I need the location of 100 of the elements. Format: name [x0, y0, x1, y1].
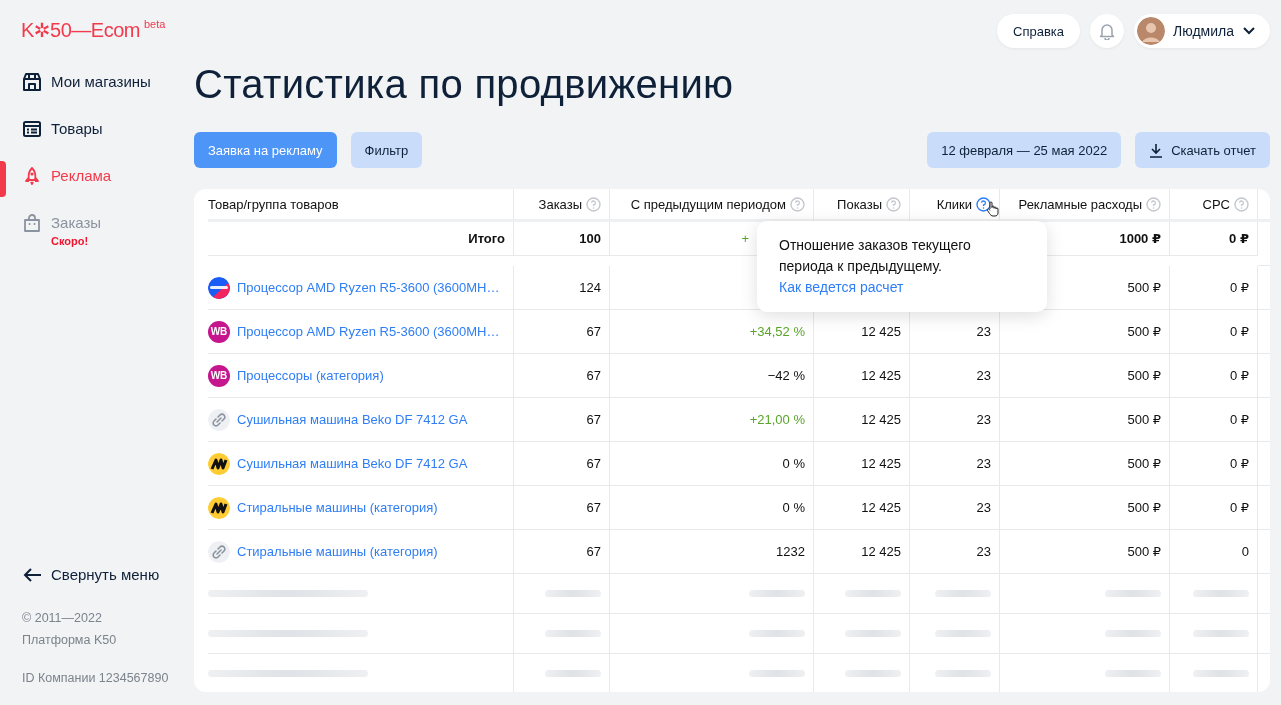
- loading-placeholder: [1193, 590, 1249, 597]
- sidebar-item[interactable]: Товары: [0, 109, 194, 156]
- table-cell: 500 ₽: [1127, 280, 1161, 295]
- loading-placeholder: [1105, 590, 1161, 597]
- soon-label: Скоро!: [51, 235, 90, 247]
- store-logo-icon: WB: [208, 320, 230, 343]
- list-icon: [22, 119, 42, 139]
- table-cell: Итого: [468, 231, 505, 246]
- table-cell: 12 425: [861, 500, 901, 515]
- link-icon: [208, 540, 230, 563]
- table-cell: 12 425: [861, 324, 901, 339]
- filter-button[interactable]: Фильтр: [350, 132, 423, 168]
- product-link[interactable]: Сушильная машина Beko DF 7412 GA: [237, 412, 468, 427]
- table-cell: 67: [586, 544, 601, 559]
- company-id-text: ID Компании 1234567890: [22, 670, 169, 687]
- table-cell: 0 %: [782, 500, 805, 515]
- product-link[interactable]: Процессоры (категория): [237, 368, 384, 383]
- loading-placeholder: [1193, 630, 1249, 637]
- table-cell: 0 ₽: [1229, 280, 1249, 295]
- help-button[interactable]: Справка: [997, 14, 1081, 48]
- table-cell: 67: [586, 412, 601, 427]
- table-cell: 12 425: [861, 368, 901, 383]
- table-cell: +34,52 %: [749, 324, 805, 339]
- notifications-button[interactable]: [1090, 14, 1125, 48]
- hand-cursor-icon: [986, 201, 1000, 217]
- tooltip-text: Отношение заказов текущего периода к предыдущему.: [779, 236, 972, 276]
- beta-label: beta: [143, 18, 166, 30]
- selection-indicator: [0, 161, 6, 197]
- table-cell: 23: [976, 324, 991, 339]
- product-link[interactable]: Сушильная машина Beko DF 7412 GA: [237, 456, 468, 471]
- loading-placeholder: [749, 590, 805, 597]
- column-header[interactable]: Заказы: [514, 189, 610, 222]
- table-cell: 67: [586, 456, 601, 471]
- loading-placeholder: [1105, 670, 1161, 677]
- table-cell: 500 ₽: [1127, 324, 1161, 339]
- collapse-menu-link[interactable]: Свернуть меню: [22, 566, 160, 583]
- table-cell: +: [741, 231, 749, 246]
- table-cell: 12 425: [861, 412, 901, 427]
- product-link[interactable]: Стиральные машины (категория): [237, 544, 438, 559]
- table-cell: 0 ₽: [1229, 368, 1249, 383]
- store-logo-icon: [208, 276, 230, 299]
- table-cell: 500 ₽: [1127, 412, 1161, 427]
- download-icon: [1149, 142, 1164, 158]
- link-icon: [208, 408, 230, 431]
- table-cell: 500 ₽: [1127, 368, 1161, 383]
- table-cell: 124: [579, 280, 601, 295]
- loading-placeholder: [935, 590, 991, 597]
- loading-placeholder: [845, 670, 901, 677]
- date-range-button[interactable]: 12 февраля — 25 мая 2022: [927, 132, 1122, 168]
- loading-placeholder: [845, 630, 901, 637]
- table-cell: 67: [586, 324, 601, 339]
- loading-placeholder: [1105, 630, 1161, 637]
- download-report-button[interactable]: Скачать отчет: [1135, 132, 1270, 168]
- store-logo-icon: [208, 496, 230, 519]
- copyright-text: © 2011—2022: [22, 610, 102, 627]
- table-cell: +21,00 %: [749, 412, 805, 427]
- table-cell: 100: [579, 231, 601, 246]
- platform-text: Платформа K50: [22, 632, 117, 649]
- calculation-link[interactable]: Как ведется расчет: [779, 279, 904, 295]
- store-logo-icon: WB: [208, 364, 230, 387]
- loading-placeholder: [749, 630, 805, 637]
- table-cell: 500 ₽: [1127, 544, 1161, 559]
- product-link[interactable]: Процессор AMD Ryzen R5-3600 (3600MH…: [237, 324, 500, 339]
- store-logo-icon: [208, 452, 230, 475]
- table-cell: 500 ₽: [1127, 500, 1161, 515]
- loading-placeholder: [845, 590, 901, 597]
- product-link[interactable]: Процессор AMD Ryzen R5-3600 (3600MH…: [237, 280, 500, 295]
- table-cell: 23: [976, 500, 991, 515]
- user-menu-button[interactable]: Людмила: [1134, 14, 1270, 48]
- table-cell: 12 425: [861, 544, 901, 559]
- loading-placeholder: [935, 630, 991, 637]
- table-cell: 23: [976, 544, 991, 559]
- loading-placeholder: [545, 630, 601, 637]
- bag-icon: [22, 213, 42, 233]
- sidebar-item[interactable]: Мои магазины: [0, 62, 194, 109]
- loading-placeholder: [545, 590, 601, 597]
- bell-icon: [1098, 22, 1117, 40]
- loading-placeholder: [935, 670, 991, 677]
- loading-placeholder: [1193, 670, 1249, 677]
- column-header[interactable]: Товар/группа товаров: [208, 189, 514, 222]
- loading-placeholder: [545, 670, 601, 677]
- arrow-left-icon: [22, 566, 42, 583]
- table-cell: 0 ₽: [1229, 231, 1249, 246]
- table-cell: 0 ₽: [1229, 456, 1249, 471]
- table-cell: 12 425: [861, 456, 901, 471]
- table-cell: 23: [976, 456, 991, 471]
- table-cell: 0 ₽: [1229, 500, 1249, 515]
- table-cell: 67: [586, 500, 601, 515]
- column-header[interactable]: CPC: [1170, 189, 1258, 222]
- table-cell: 67: [586, 368, 601, 383]
- store-icon: [22, 72, 42, 92]
- product-link[interactable]: Стиральные машины (категория): [237, 500, 438, 515]
- table-cell: 0 %: [782, 456, 805, 471]
- page-title: Статистика по продвижению: [194, 61, 735, 108]
- table-cell: −42 %: [767, 368, 805, 383]
- table-cell: 0: [1241, 544, 1249, 559]
- table-cell: 23: [976, 368, 991, 383]
- table-cell: 1000 ₽: [1119, 231, 1161, 246]
- table-cell: 23: [976, 412, 991, 427]
- loading-placeholder: [749, 670, 805, 677]
